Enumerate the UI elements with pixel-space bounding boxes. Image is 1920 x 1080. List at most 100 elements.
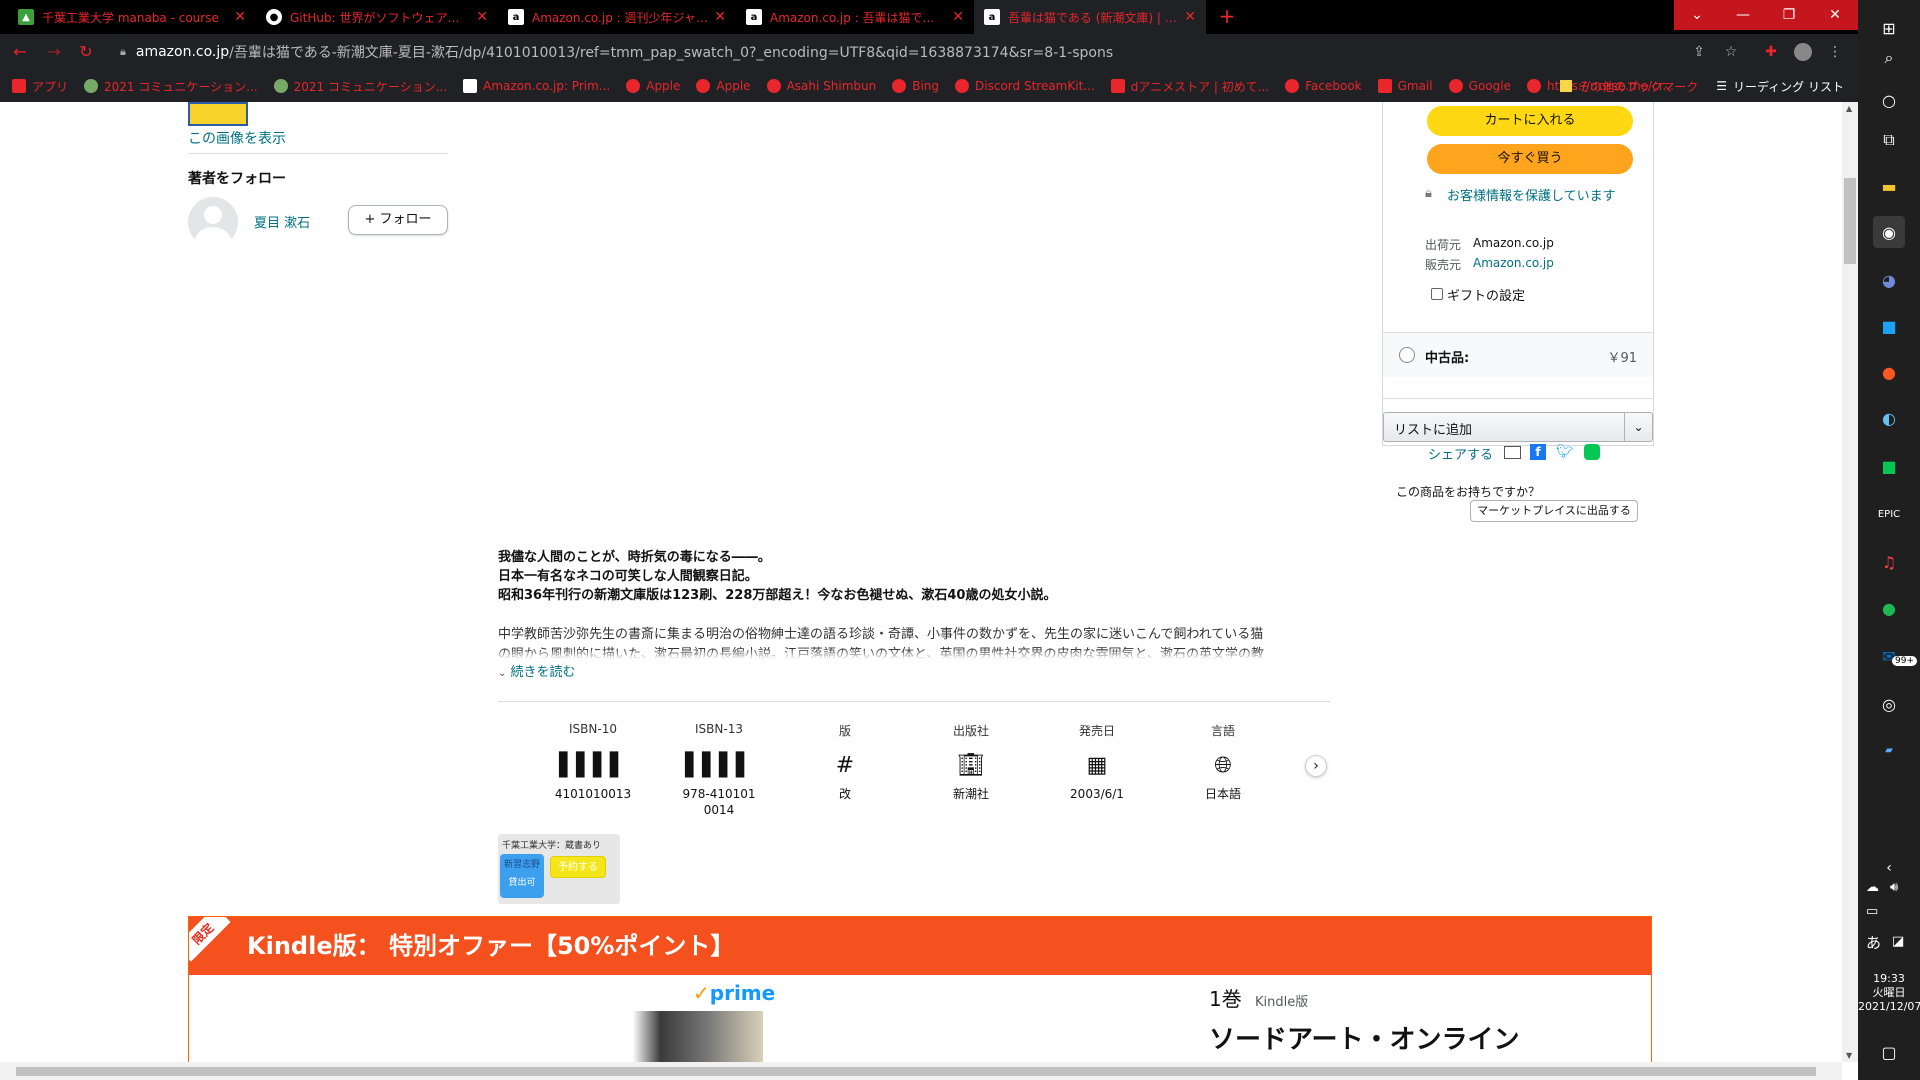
discord-icon[interactable]: ◕ <box>1873 264 1905 296</box>
close-icon[interactable]: ✕ <box>234 9 246 25</box>
menu-icon[interactable]: ⋮ <box>1826 43 1844 61</box>
bookmark-item[interactable]: Apple <box>696 79 751 93</box>
used-offer-row[interactable]: 中古品: ￥91 <box>1383 333 1653 377</box>
new-tab-button[interactable]: + <box>1214 4 1240 30</box>
windows-start-icon[interactable]: ⊞ <box>1873 12 1905 44</box>
kindle-book-title[interactable]: ソードアート・オンライン <box>1209 1019 1519 1056</box>
bookmark-apps[interactable]: アプリ <box>12 78 68 95</box>
gift-label: ギフトの設定 <box>1447 289 1526 304</box>
back-icon[interactable]: ← <box>10 42 30 62</box>
tab-github[interactable]: ● GitHub: 世界がソフトウェアを構築す ✕ <box>256 0 498 34</box>
cortana-icon[interactable]: ○ <box>1873 84 1905 116</box>
buy-now-button[interactable]: 今すぐ買う <box>1427 144 1633 174</box>
itunes-icon[interactable]: ♫ <box>1873 546 1905 578</box>
share-link[interactable]: シェアする <box>1428 444 1493 463</box>
spotify-icon[interactable]: ● <box>1873 592 1905 624</box>
tab-manaba[interactable]: ▲ 千葉工業大学 manaba - course ✕ <box>8 0 256 34</box>
library-branch-button[interactable]: 新習志野 貸出可 <box>500 854 544 898</box>
onedrive-icon[interactable]: ☁ <box>1866 880 1879 895</box>
sell-on-marketplace-button[interactable]: マーケットプレイスに出品する <box>1470 500 1638 522</box>
close-icon[interactable]: ✕ <box>952 9 964 25</box>
bookmark-item[interactable]: Amazon.co.jp: Prim... <box>463 79 610 93</box>
ime-mode-icon[interactable]: ◪ <box>1892 934 1904 949</box>
epic-games-icon[interactable]: EPIC <box>1873 498 1905 530</box>
tab-search-button[interactable]: ⌄ <box>1674 0 1720 30</box>
steam-icon[interactable]: ◐ <box>1873 402 1905 434</box>
reload-icon[interactable]: ↻ <box>76 42 96 62</box>
add-to-cart-button[interactable]: カートに入れる <box>1427 106 1633 136</box>
extensions-icon[interactable]: ✚ <box>1762 43 1780 61</box>
show-image-link[interactable]: この画像を表示 <box>188 128 286 148</box>
tab-amazon-search[interactable]: a Amazon.co.jp : 吾輩は猫である ✕ <box>736 0 974 34</box>
bookmark-icon <box>273 79 288 93</box>
library-reserve-button[interactable]: 予約する <box>550 856 606 878</box>
file-explorer-icon[interactable]: ▬ <box>1873 170 1905 202</box>
bookmark-item[interactable]: Asahi Shimbun <box>766 79 876 93</box>
close-icon[interactable]: ✕ <box>476 9 488 25</box>
scroll-up-icon[interactable]: ▲ <box>1846 104 1852 113</box>
profile-avatar[interactable] <box>1794 43 1812 61</box>
osu-icon[interactable]: ◎ <box>1873 688 1905 720</box>
follow-button[interactable]: + フォロー <box>348 205 448 235</box>
close-icon[interactable]: ✕ <box>1184 9 1196 25</box>
reading-list[interactable]: リーディング リスト <box>1733 78 1844 95</box>
email-icon[interactable] <box>1504 446 1521 459</box>
task-view-icon[interactable]: ⧉ <box>1873 124 1905 156</box>
ime-indicator[interactable]: あ <box>1866 932 1881 953</box>
author-avatar[interactable] <box>188 197 238 247</box>
globe-icon <box>1285 79 1300 93</box>
facebook-icon[interactable]: f <box>1530 444 1546 460</box>
notification-center-icon[interactable]: ▢ <box>1873 1036 1905 1068</box>
more-bookmarks-button[interactable]: » <box>1535 79 1542 93</box>
close-icon[interactable]: ✕ <box>714 9 726 25</box>
read-more-link[interactable]: ⌄ 続きを読む <box>498 661 1338 680</box>
twitter-icon[interactable]: ■ <box>1873 310 1905 342</box>
bookmark-item[interactable]: Gmail <box>1377 79 1433 93</box>
bookmark-item[interactable]: Facebook <box>1285 79 1362 93</box>
line-icon[interactable] <box>1584 444 1600 460</box>
bookmark-item[interactable]: 2021 コミュニケーション... <box>273 78 447 95</box>
add-to-list-dropdown[interactable]: リストに追加 ⌄ <box>1383 412 1653 442</box>
book-thumbnail[interactable] <box>188 102 248 126</box>
bookmark-item[interactable]: Discord StreamKit... <box>955 79 1095 93</box>
restore-button[interactable]: ❐ <box>1766 0 1812 30</box>
app-icon[interactable]: ● <box>1873 356 1905 388</box>
author-link[interactable]: 夏目 漱石 <box>254 212 310 231</box>
scrollbar-thumb[interactable] <box>16 1067 1816 1076</box>
scrollbar-thumb[interactable] <box>1844 178 1856 264</box>
kindle-book-cover[interactable] <box>577 1011 763 1063</box>
share-icon[interactable]: ⇪ <box>1690 43 1708 61</box>
sold-by-link[interactable]: Amazon.co.jp <box>1473 256 1554 270</box>
star-icon[interactable]: ☆ <box>1722 43 1740 61</box>
scroll-down-icon[interactable]: ▼ <box>1846 1051 1852 1060</box>
vertical-scrollbar[interactable]: ▲ ▼ <box>1842 102 1858 1062</box>
bookmark-item[interactable]: dアニメストア | 初めて... <box>1110 78 1269 95</box>
tab-amazon-product[interactable]: a 吾輩は猫である (新潮文庫) | 漱石, ✕ <box>974 0 1206 34</box>
bookmark-item[interactable]: 2021 コミュニケーション... <box>84 78 258 95</box>
clock[interactable]: 19:33 火曜日 2021/12/07 <box>1858 972 1920 1014</box>
attribute-label: 言語 <box>1210 724 1235 738</box>
used-radio[interactable] <box>1399 347 1415 363</box>
horizontal-scrollbar[interactable] <box>0 1062 1842 1080</box>
bookmark-item[interactable]: Apple <box>626 79 680 93</box>
twitter-icon[interactable]: 🐦︎ <box>1556 444 1574 460</box>
close-window-button[interactable]: ✕ <box>1812 0 1858 30</box>
gift-checkbox[interactable] <box>1431 288 1443 300</box>
chevron-down-icon[interactable]: ⌄ <box>1624 413 1652 441</box>
carousel-next-button[interactable]: › <box>1305 755 1327 777</box>
chrome-icon[interactable]: ◉ <box>1873 216 1905 248</box>
minimize-button[interactable]: — <box>1720 0 1766 30</box>
bookmark-item[interactable]: Google <box>1448 79 1511 93</box>
secure-transaction-link[interactable]: お客様情報を保護しています <box>1425 188 1637 206</box>
other-bookmarks[interactable]: その他のブックマーク <box>1578 78 1698 95</box>
address-bar[interactable]: 🔒︎ amazon.co.jp /吾輩は猫である-新潮文庫-夏目-漱石/dp/4… <box>108 38 1782 66</box>
app-icon[interactable]: ▰ <box>1873 734 1905 766</box>
used-price: ￥91 <box>1607 351 1637 366</box>
bookmark-item[interactable]: Bing <box>892 79 939 93</box>
forward-icon[interactable]: → <box>44 42 64 62</box>
search-icon[interactable]: ⌕ <box>1873 42 1905 74</box>
network-icon[interactable]: ▭ <box>1866 904 1878 919</box>
volume-icon[interactable]: 🔊︎ <box>1890 880 1898 895</box>
line-icon[interactable]: ■ <box>1873 450 1905 482</box>
tab-amazon-jump[interactable]: a Amazon.co.jp : 週刊少年ジャンプ ✕ <box>498 0 736 34</box>
